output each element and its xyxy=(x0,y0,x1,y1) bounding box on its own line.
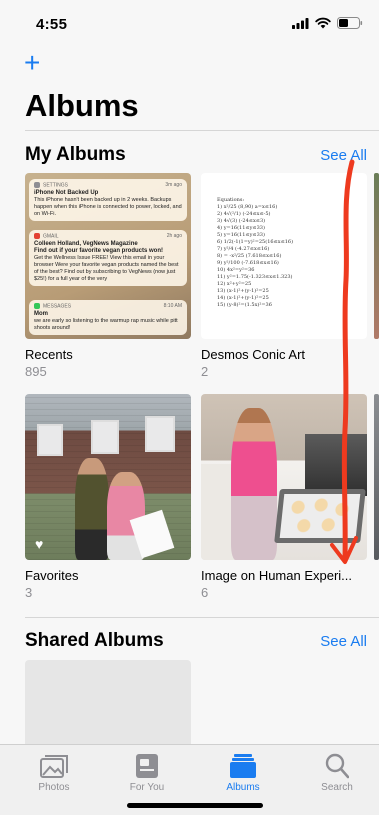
messages-app-icon xyxy=(34,303,40,309)
divider xyxy=(25,130,379,131)
my-albums-see-all-button[interactable]: See All xyxy=(320,147,367,164)
shared-album-tile[interactable] xyxy=(25,660,191,750)
page-title: Albums xyxy=(25,88,139,123)
wifi-icon xyxy=(315,17,331,29)
tab-photos[interactable]: Photos xyxy=(19,751,89,793)
album-favorites[interactable]: ♥ Favorites 3 xyxy=(25,394,191,600)
album-peek xyxy=(374,394,379,560)
tab-albums[interactable]: Albums xyxy=(208,751,278,793)
album-count: 2 xyxy=(201,364,209,379)
status-bar: 4:55 xyxy=(0,0,379,46)
album-peek xyxy=(374,173,379,339)
album-thumbnail: ♥ xyxy=(25,394,191,560)
album-thumbnail xyxy=(201,394,367,560)
album-desmos-conic-art[interactable]: Equations: 1) x²/25 (8,90) a=x≤16) 2) 4√… xyxy=(201,173,367,379)
tab-search[interactable]: Search xyxy=(302,751,372,793)
add-album-button[interactable]: + xyxy=(24,47,41,78)
notification-gmail: GMAIL 2h ago Colleen Holland, VegNews Mag… xyxy=(29,230,187,287)
album-count: 6 xyxy=(201,585,209,600)
status-icons xyxy=(292,17,363,29)
for-you-tab-icon xyxy=(136,754,158,778)
search-tab-icon xyxy=(325,753,349,779)
person xyxy=(231,408,277,560)
baking-tray xyxy=(274,489,366,543)
album-name: Favorites xyxy=(25,568,79,583)
shared-albums-title: Shared Albums xyxy=(25,630,164,651)
settings-app-icon xyxy=(34,182,40,188)
albums-tab-icon xyxy=(230,754,256,778)
album-image-on-human-experiments[interactable]: Image on Human Experi... 6 xyxy=(201,394,367,600)
person xyxy=(75,458,109,560)
tab-for-you[interactable]: For You xyxy=(112,751,182,793)
home-indicator xyxy=(127,803,263,808)
photos-tab-icon xyxy=(40,755,68,778)
album-name: Desmos Conic Art xyxy=(201,347,306,362)
album-name: Recents xyxy=(25,347,73,362)
tab-label: Photos xyxy=(38,782,70,793)
signal-icon xyxy=(292,17,309,29)
gmail-app-icon xyxy=(34,233,40,239)
tab-label: Albums xyxy=(226,782,260,793)
equations-text: Equations: 1) x²/25 (8,90) a=x≤16) 2) 4√… xyxy=(217,197,294,308)
status-time: 4:55 xyxy=(36,16,68,33)
tab-label: For You xyxy=(129,782,165,793)
plus-icon: + xyxy=(24,47,41,78)
heart-icon: ♥ xyxy=(35,536,44,552)
shared-albums-see-all-button[interactable]: See All xyxy=(320,633,367,650)
album-thumbnail: Equations: 1) x²/25 (8,90) a=x≤16) 2) 4√… xyxy=(201,173,367,339)
battery-icon xyxy=(337,17,363,29)
my-albums-title: My Albums xyxy=(25,144,126,165)
divider xyxy=(25,617,379,618)
album-recents[interactable]: SETTINGS 3m ago iPhone Not Backed Up This… xyxy=(25,173,191,379)
tab-label: Search xyxy=(321,782,353,793)
album-count: 895 xyxy=(25,364,47,379)
album-name: Image on Human Experi... xyxy=(201,568,353,583)
notification-messages: MESSAGES 8:10 AM Mom we are early so list… xyxy=(29,300,187,336)
album-count: 3 xyxy=(25,585,33,600)
notification-settings: SETTINGS 3m ago iPhone Not Backed Up This… xyxy=(29,179,187,222)
album-thumbnail: SETTINGS 3m ago iPhone Not Backed Up This… xyxy=(25,173,191,339)
